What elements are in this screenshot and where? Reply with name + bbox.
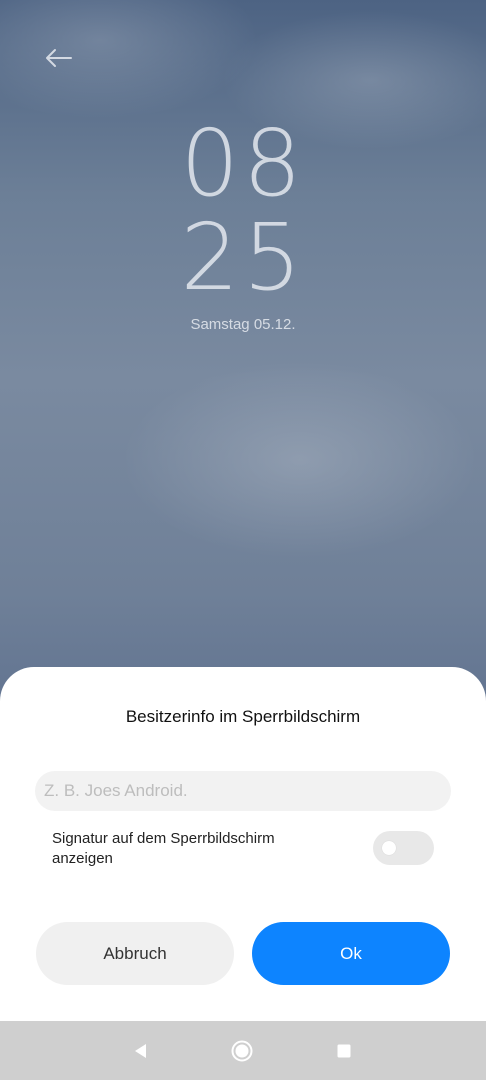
arrow-left-icon: [46, 49, 72, 67]
signature-toggle[interactable]: [373, 831, 434, 865]
dialog-title: Besitzerinfo im Sperrbildschirm: [125, 707, 361, 726]
circle-home-icon: [231, 1040, 253, 1061]
cancel-button[interactable]: Abbruch: [36, 922, 234, 985]
cloud-decoration: [0, 0, 260, 120]
clock-minutes: 25: [180, 204, 306, 311]
cloud-decoration: [120, 360, 480, 560]
nav-recents-button[interactable]: [314, 1021, 374, 1080]
nav-home-button[interactable]: [212, 1021, 272, 1080]
triangle-back-icon: [135, 1043, 146, 1058]
clock-hours: 08: [180, 110, 306, 217]
lockscreen-date: Samstag 05.12.: [190, 316, 296, 333]
lockscreen-preview: 08 25 Samstag 05.12. Besitzerinfo im Spe…: [0, 0, 486, 1080]
ok-button[interactable]: Ok: [252, 922, 450, 985]
owner-info-input[interactable]: [35, 771, 451, 811]
back-button[interactable]: [40, 42, 76, 74]
toggle-knob: [382, 841, 396, 855]
system-navigation-bar: [0, 1021, 486, 1080]
square-recents-icon: [337, 1044, 351, 1057]
nav-back-button[interactable]: [111, 1021, 171, 1080]
signature-label: Signatur auf dem Sperrbildschirm anzeige…: [52, 830, 275, 867]
owner-info-dialog: Besitzerinfo im Sperrbildschirm Signatur…: [0, 667, 486, 1021]
